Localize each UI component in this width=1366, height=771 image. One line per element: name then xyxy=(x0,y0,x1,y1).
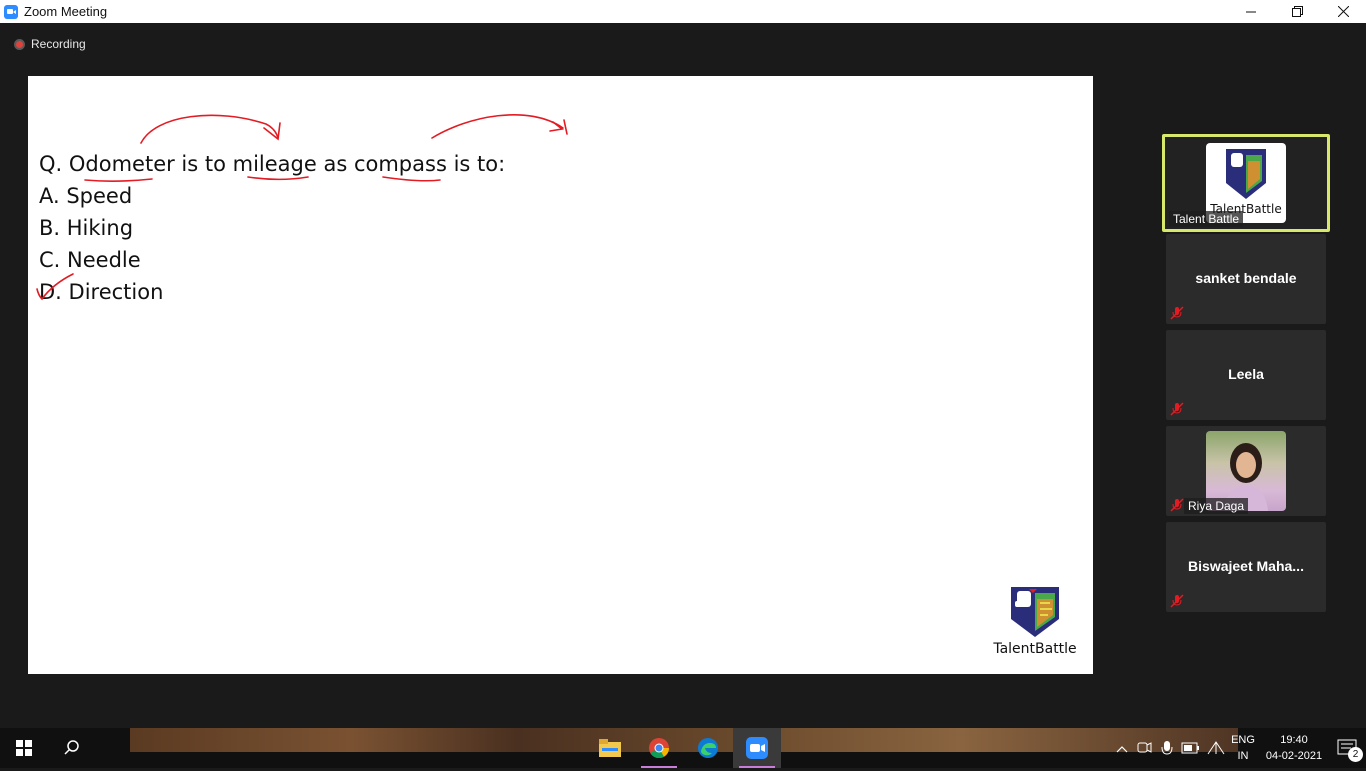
window-title: Zoom Meeting xyxy=(24,4,108,19)
question-text: Q. Odometer is to mileage as compass is … xyxy=(39,152,506,176)
clock-date: 04-02-2021 xyxy=(1265,750,1323,762)
microphone-icon[interactable] xyxy=(1156,728,1178,768)
clock-time: 19:40 xyxy=(1280,734,1308,746)
talentbattle-logo: TalentBattle xyxy=(990,583,1080,663)
windows-icon xyxy=(16,740,32,756)
talentbattle-logo-icon xyxy=(1011,587,1059,637)
participant-name: sanket bendale xyxy=(1195,270,1297,286)
taskbar: ENG IN 19:40 04-02-2021 2 xyxy=(0,728,1366,768)
minimize-button[interactable] xyxy=(1228,0,1274,23)
taskbar-edge[interactable] xyxy=(684,728,732,768)
start-button[interactable] xyxy=(0,728,48,768)
close-button[interactable] xyxy=(1320,0,1366,23)
network-icon[interactable] xyxy=(1204,728,1228,768)
language-indicator[interactable]: ENG IN xyxy=(1228,732,1258,764)
taskbar-chrome[interactable] xyxy=(635,728,683,768)
meet-now-icon[interactable] xyxy=(1132,728,1156,768)
close-icon xyxy=(1337,6,1349,17)
search-button[interactable] xyxy=(48,728,96,768)
participant-tile-leela[interactable]: Leela xyxy=(1166,330,1326,420)
minimize-icon xyxy=(1246,11,1256,12)
participant-tile-biswajeet[interactable]: Biswajeet Maha... xyxy=(1166,522,1326,612)
restore-icon xyxy=(1291,6,1303,17)
option-c: C. Needle xyxy=(39,248,141,272)
taskbar-file-explorer[interactable] xyxy=(586,728,634,768)
restore-button[interactable] xyxy=(1274,0,1320,23)
annotation-arrow xyxy=(140,114,279,144)
edge-icon xyxy=(698,738,718,758)
battery-icon[interactable] xyxy=(1178,728,1204,768)
participant-tile-riya-daga[interactable]: Riya Daga xyxy=(1166,426,1326,516)
option-b: B. Hiking xyxy=(39,216,134,240)
participant-tile-talent-battle[interactable]: TalentBattle Talent Battle xyxy=(1162,134,1330,232)
clock[interactable]: 19:40 04-02-2021 xyxy=(1258,732,1330,764)
notifications-button[interactable]: 2 xyxy=(1330,728,1366,768)
zoom-icon xyxy=(4,4,18,19)
recording-icon xyxy=(14,38,25,50)
title-bar: Zoom Meeting xyxy=(0,0,1366,23)
meeting-area: Recording Q. Odometer is to mileage as c… xyxy=(0,23,1366,728)
chrome-icon xyxy=(649,738,670,759)
recording-label: Recording xyxy=(31,37,86,51)
search-icon xyxy=(64,740,79,755)
language-code: ENG xyxy=(1231,734,1255,746)
window-controls xyxy=(1228,0,1366,23)
talentbattle-logo-text: TalentBattle xyxy=(993,641,1077,657)
taskbar-zoom[interactable] xyxy=(733,728,781,768)
participant-name: Biswajeet Maha... xyxy=(1188,558,1304,574)
muted-mic-icon xyxy=(1170,594,1184,608)
participant-name-tag: Riya Daga xyxy=(1184,498,1249,514)
participant-name-tag: Talent Battle xyxy=(1169,211,1244,227)
participant-name: Leela xyxy=(1228,366,1264,382)
chevron-up-icon[interactable] xyxy=(1112,728,1132,768)
muted-mic-icon xyxy=(1170,498,1184,512)
option-d: D. Direction xyxy=(39,280,164,304)
annotation-arrow xyxy=(431,114,564,139)
option-a: A. Speed xyxy=(39,184,133,208)
zoom-icon xyxy=(746,737,768,759)
file-explorer-icon xyxy=(599,739,621,757)
notification-count: 2 xyxy=(1348,747,1363,762)
system-tray: ENG IN 19:40 04-02-2021 2 xyxy=(1112,728,1366,768)
shared-screen: Q. Odometer is to mileage as compass is … xyxy=(28,76,1093,674)
annotation-arrowhead xyxy=(263,122,281,141)
recording-indicator[interactable]: Recording xyxy=(14,37,86,51)
question-block: Q. Odometer is to mileage as compass is … xyxy=(39,148,505,308)
muted-mic-icon xyxy=(1170,306,1184,320)
muted-mic-icon xyxy=(1170,402,1184,416)
region-code: IN xyxy=(1237,750,1249,762)
participant-tile-sanket-bendale[interactable]: sanket bendale xyxy=(1166,234,1326,324)
annotation-arrowhead xyxy=(549,119,568,135)
